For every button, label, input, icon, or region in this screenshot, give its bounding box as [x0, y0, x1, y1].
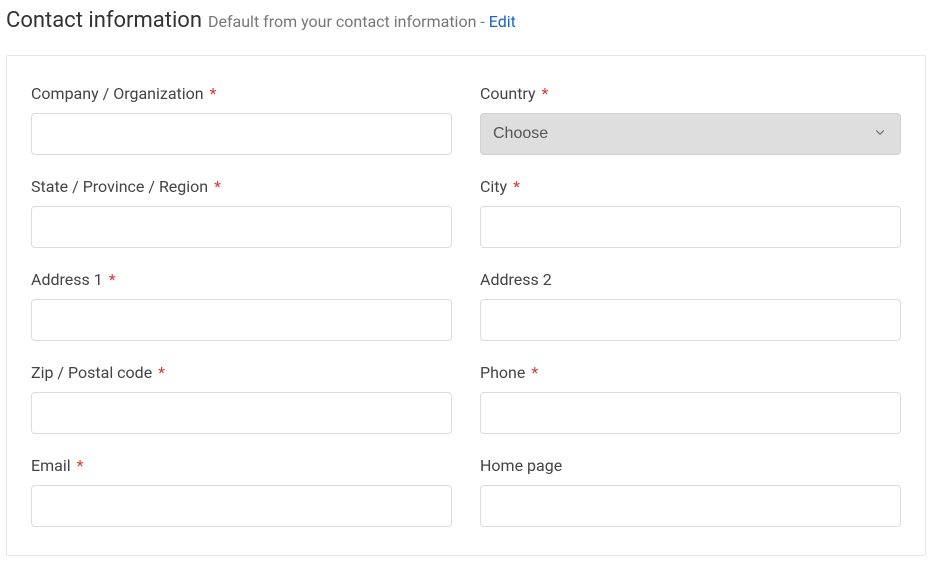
label-text: State / Province / Region [31, 177, 208, 196]
country-select[interactable]: Choose [480, 113, 901, 155]
form-row: Address 1 * Address 2 [31, 270, 901, 341]
required-marker: * [158, 363, 165, 382]
required-marker: * [109, 270, 116, 289]
form-row: State / Province / Region * City * [31, 177, 901, 248]
company-field: Company / Organization * [31, 84, 452, 155]
email-input[interactable] [31, 485, 452, 527]
country-label: Country * [480, 84, 901, 103]
country-field: Country * Choose [480, 84, 901, 155]
label-text: Zip / Postal code [31, 363, 152, 382]
phone-label: Phone * [480, 363, 901, 382]
required-marker: * [531, 363, 538, 382]
phone-input[interactable] [480, 392, 901, 434]
company-input[interactable] [31, 113, 452, 155]
zip-field: Zip / Postal code * [31, 363, 452, 434]
address2-input[interactable] [480, 299, 901, 341]
label-text: Email [31, 456, 71, 475]
email-field: Email * [31, 456, 452, 527]
city-label: City * [480, 177, 901, 196]
section-separator: - [480, 12, 488, 31]
required-marker: * [513, 177, 520, 196]
address1-input[interactable] [31, 299, 452, 341]
address1-field: Address 1 * [31, 270, 452, 341]
label-text: Company / Organization [31, 84, 204, 103]
label-text: Address 1 [31, 270, 103, 289]
address1-label: Address 1 * [31, 270, 452, 289]
required-marker: * [214, 177, 221, 196]
state-label: State / Province / Region * [31, 177, 452, 196]
section-header: Contact information Default from your co… [0, 0, 932, 55]
homepage-label: Home page [480, 456, 901, 475]
zip-label: Zip / Postal code * [31, 363, 452, 382]
address2-field: Address 2 [480, 270, 901, 341]
country-select-wrap: Choose [480, 113, 901, 155]
homepage-field: Home page [480, 456, 901, 527]
label-text: City [480, 177, 507, 196]
phone-field: Phone * [480, 363, 901, 434]
state-field: State / Province / Region * [31, 177, 452, 248]
email-label: Email * [31, 456, 452, 475]
city-input[interactable] [480, 206, 901, 248]
homepage-input[interactable] [480, 485, 901, 527]
city-field: City * [480, 177, 901, 248]
company-label: Company / Organization * [31, 84, 452, 103]
edit-link[interactable]: Edit [489, 12, 516, 31]
label-text: Country [480, 84, 536, 103]
form-row: Company / Organization * Country * Choos… [31, 84, 901, 155]
contact-form-panel: Company / Organization * Country * Choos… [6, 55, 926, 556]
form-row: Email * Home page [31, 456, 901, 527]
section-subtitle: Default from your contact information [208, 12, 476, 31]
required-marker: * [210, 84, 217, 103]
zip-input[interactable] [31, 392, 452, 434]
label-text: Home page [480, 456, 562, 475]
label-text: Phone [480, 363, 525, 382]
required-marker: * [542, 84, 549, 103]
label-text: Address 2 [480, 270, 552, 289]
section-title: Contact information [6, 8, 202, 33]
address2-label: Address 2 [480, 270, 901, 289]
required-marker: * [77, 456, 84, 475]
form-row: Zip / Postal code * Phone * [31, 363, 901, 434]
state-input[interactable] [31, 206, 452, 248]
